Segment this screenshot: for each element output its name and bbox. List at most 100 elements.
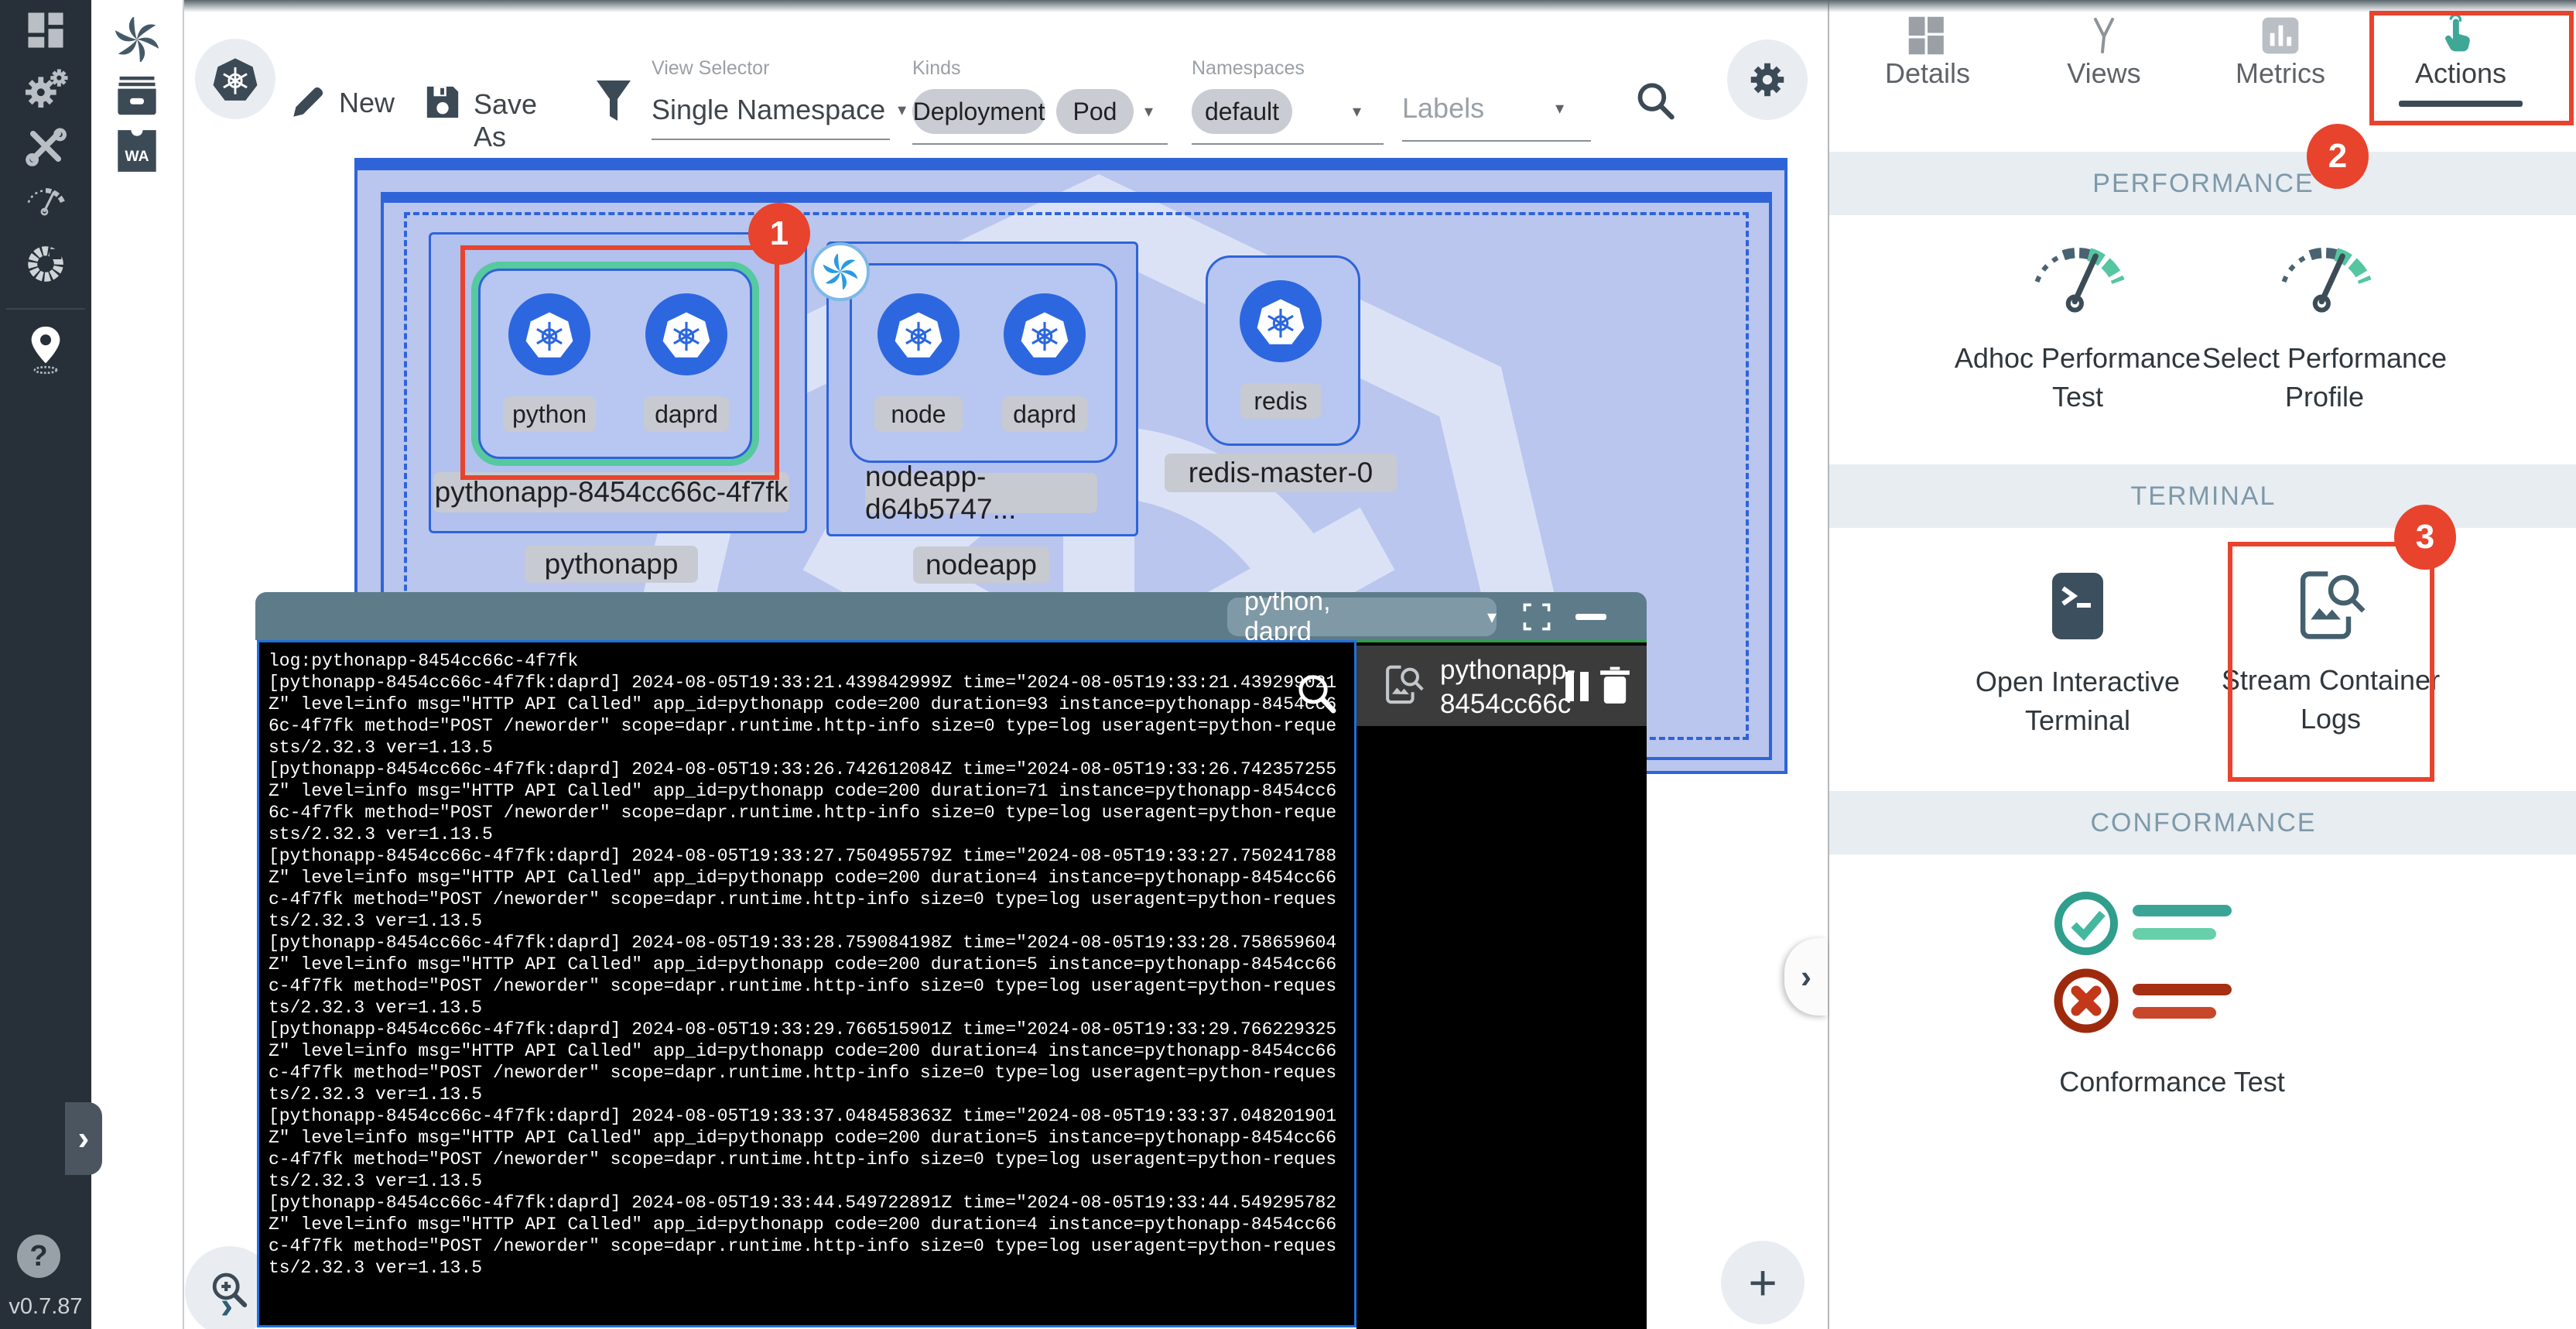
canvas-settings-button[interactable] — [1727, 39, 1808, 120]
terminal-header[interactable]: python, daprd ▾ — [255, 592, 1647, 640]
chevron-down-icon: ▾ — [1144, 101, 1153, 122]
open-interactive-terminal-label: Open Interactive Terminal — [1946, 663, 2209, 740]
svg-text:WA: WA — [125, 149, 149, 165]
tab-details[interactable]: Details — [1881, 14, 1974, 90]
chevron-down-icon: ▾ — [1555, 98, 1564, 118]
archive-inbox-icon[interactable] — [107, 71, 167, 119]
container-redis-k8s-icon[interactable] — [1240, 280, 1322, 362]
kind-chip-pod[interactable]: Pod — [1056, 89, 1134, 134]
fullscreen-icon[interactable] — [1523, 603, 1551, 631]
add-node-button[interactable]: + — [1721, 1241, 1805, 1324]
namespaces-filter-control[interactable]: Namespaces default ▾ — [1192, 57, 1384, 145]
chevron-down-icon: ▾ — [1487, 606, 1497, 629]
performance-gauge-icon[interactable] — [15, 169, 76, 229]
adhoc-performance-test-action[interactable]: Adhoc Performance Test — [2000, 226, 2209, 416]
location-pin-icon[interactable] — [15, 319, 76, 379]
pinwheel-extension-icon[interactable] — [107, 14, 167, 65]
annotation-badge-3: 3 — [2394, 505, 2456, 570]
log-line: [pythonapp-8454cc66c-4f7fk:daprd] 2024-0… — [269, 759, 1346, 845]
log-line: [pythonapp-8454cc66c-4f7fk:daprd] 2024-0… — [269, 672, 1346, 759]
deployment-label-nodeapp: nodeapp — [913, 546, 1049, 584]
kubernetes-scope-button[interactable] — [195, 39, 275, 119]
adhoc-performance-test-label: Adhoc Performance Test — [1946, 339, 2209, 416]
stream-list-item[interactable]: pythonapp- 8454cc66c — [1356, 646, 1647, 726]
help-glyph: ? — [29, 1240, 47, 1273]
conformance-test-action[interactable]: Conformance Test — [2051, 888, 2300, 1101]
conformance-test-label: Conformance Test — [2044, 1063, 2300, 1101]
view-selector-underline — [652, 139, 890, 140]
annotation-box-3 — [2228, 542, 2434, 782]
log-terminal-panel: python, daprd ▾ log:pythonapp-8454cc66c-… — [255, 592, 1647, 1329]
namespaces-underline — [1192, 143, 1384, 145]
extbar-collapse-button[interactable]: › — [200, 1279, 254, 1329]
performance-section-header: PERFORMANCE — [1829, 152, 2576, 215]
pod-label-nodeapp: nodeapp-d64b5747... — [865, 473, 1097, 513]
tools-icon[interactable] — [15, 116, 76, 176]
log-output-pane[interactable]: log:pythonapp-8454cc66c-4f7fk [pythonapp… — [257, 640, 1356, 1327]
chevron-down-icon: ▾ — [1353, 101, 1361, 122]
metrics-chart-icon — [2234, 14, 2327, 57]
details-side-panel: Details Views Metrics Actions PERFORMANC… — [1828, 0, 2576, 1329]
details-grid-icon — [1881, 14, 1974, 57]
tab-views-label: Views — [2058, 57, 2150, 90]
labels-filter-control[interactable]: Labels ▾ — [1402, 57, 1591, 142]
annotation-box-1 — [460, 245, 779, 480]
dapr-sidecar-icon[interactable] — [811, 242, 870, 301]
filter-funnel-icon[interactable] — [594, 77, 633, 125]
view-selector-value: Single Namespace — [652, 94, 885, 126]
container-label-node: node — [874, 396, 963, 432]
tab-metrics[interactable]: Metrics — [2234, 14, 2327, 90]
stream-item-name-line2: 8454cc66c — [1440, 689, 1571, 720]
sidebar-expand-button[interactable]: › — [65, 1102, 102, 1175]
pencil-icon — [288, 82, 328, 122]
dashboard-icon[interactable] — [15, 0, 76, 60]
gauge-icon — [2000, 226, 2209, 320]
namespaces-label: Namespaces — [1192, 57, 1384, 80]
mesh-lifecycle-icon[interactable] — [15, 234, 76, 294]
select-performance-profile-action[interactable]: Select Performance Profile — [2247, 226, 2456, 416]
plus-icon: + — [1748, 1254, 1777, 1311]
panel-collapse-button[interactable]: › — [1784, 938, 1828, 1016]
container-selector-value: python, daprd — [1244, 587, 1348, 647]
namespace-boundary-bar — [384, 195, 1769, 203]
deployment-label-pythonapp: pythonapp — [525, 546, 698, 583]
chevron-right-icon: › — [1801, 958, 1811, 995]
view-selector-control[interactable]: View Selector Single Namespace ▾ — [652, 57, 906, 140]
minimize-icon[interactable] — [1575, 614, 1606, 620]
help-button[interactable]: ? — [17, 1235, 60, 1278]
pause-stream-icon[interactable] — [1564, 670, 1592, 703]
search-icon[interactable] — [1631, 77, 1681, 127]
tab-details-label: Details — [1881, 57, 1974, 90]
terminal-icon — [2024, 571, 2132, 641]
chevron-down-icon: ▾ — [898, 100, 906, 120]
container-daprd2-k8s-icon[interactable] — [1004, 293, 1086, 375]
tab-views[interactable]: Views — [2058, 14, 2150, 90]
pod-label-redis-master-0: redis-master-0 — [1165, 454, 1397, 492]
container-node-k8s-icon[interactable] — [877, 293, 960, 375]
annotation-badge-2: 2 — [2307, 124, 2369, 189]
open-interactive-terminal-action[interactable]: Open Interactive Terminal — [2024, 571, 2209, 740]
tab-metrics-label: Metrics — [2234, 57, 2327, 90]
settings-gears-icon[interactable] — [15, 57, 76, 118]
log-line: [pythonapp-8454cc66c-4f7fk:daprd] 2024-0… — [269, 1105, 1346, 1192]
kind-chip-deployment[interactable]: Deployment — [912, 89, 1045, 134]
namespace-chip-default[interactable]: default — [1192, 89, 1292, 134]
container-selector-dropdown[interactable]: python, daprd ▾ — [1227, 598, 1497, 636]
gear-icon — [1746, 58, 1789, 101]
extensions-bar: WA › — [91, 0, 184, 1329]
view-selector-label: View Selector — [652, 57, 906, 80]
chevron-right-icon: › — [221, 1285, 233, 1327]
views-branch-icon — [2058, 14, 2150, 57]
log-line: [pythonapp-8454cc66c-4f7fk:daprd] 2024-0… — [269, 1192, 1346, 1279]
sidebar-divider — [6, 308, 85, 310]
stream-list-pane: pythonapp- 8454cc66c — [1356, 640, 1647, 1329]
magnifier-cursor-icon — [1293, 670, 1341, 718]
save-as-label: Save As — [474, 88, 537, 153]
kinds-filter-control[interactable]: Kinds Deployment Pod ▾ — [912, 57, 1168, 145]
floppy-save-icon — [424, 84, 461, 121]
labels-underline — [1402, 140, 1591, 142]
delete-stream-icon[interactable] — [1596, 666, 1634, 706]
log-line: [pythonapp-8454cc66c-4f7fk:daprd] 2024-0… — [269, 845, 1346, 932]
kinds-underline — [912, 143, 1168, 145]
wasm-extension-icon[interactable]: WA — [107, 125, 167, 176]
